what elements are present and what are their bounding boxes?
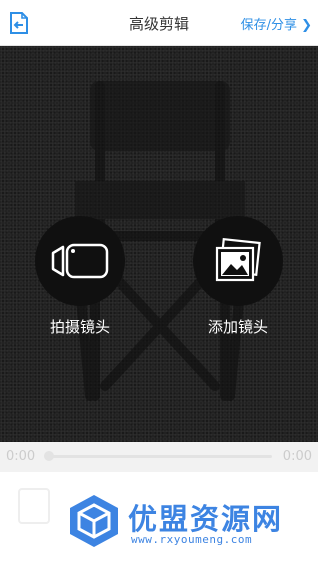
timeline-scrubber[interactable] — [44, 451, 54, 461]
chevron-right-icon: ❯ — [301, 18, 312, 33]
save-share-button[interactable]: 保存/分享 ❯ — [241, 14, 312, 33]
add-clip-label: 添加镜头 — [207, 318, 268, 336]
timeline-track[interactable] — [46, 455, 272, 458]
clip-placeholder-icon[interactable] — [18, 488, 50, 524]
video-camera-icon — [35, 216, 125, 306]
save-share-label: 保存/分享 — [240, 18, 297, 33]
watermark-name: 优盟资源网 — [128, 502, 284, 536]
end-time: 0:00 — [282, 449, 312, 464]
editor-stage: 拍摄镜头 添加镜头 — [0, 46, 318, 442]
photo-album-icon — [193, 216, 283, 306]
shoot-clip-button[interactable]: 拍摄镜头 — [34, 216, 126, 337]
timeline-bar: 0:00 0:00 — [0, 442, 318, 472]
add-clip-button[interactable]: 添加镜头 — [192, 216, 284, 337]
cube-logo-icon — [70, 495, 118, 547]
top-bar: 高级剪辑 保存/分享 ❯ — [0, 0, 318, 46]
start-time: 0:00 — [6, 449, 36, 464]
shoot-clip-label: 拍摄镜头 — [49, 318, 110, 336]
watermark-url: www.rxyoumeng.com — [131, 533, 253, 546]
